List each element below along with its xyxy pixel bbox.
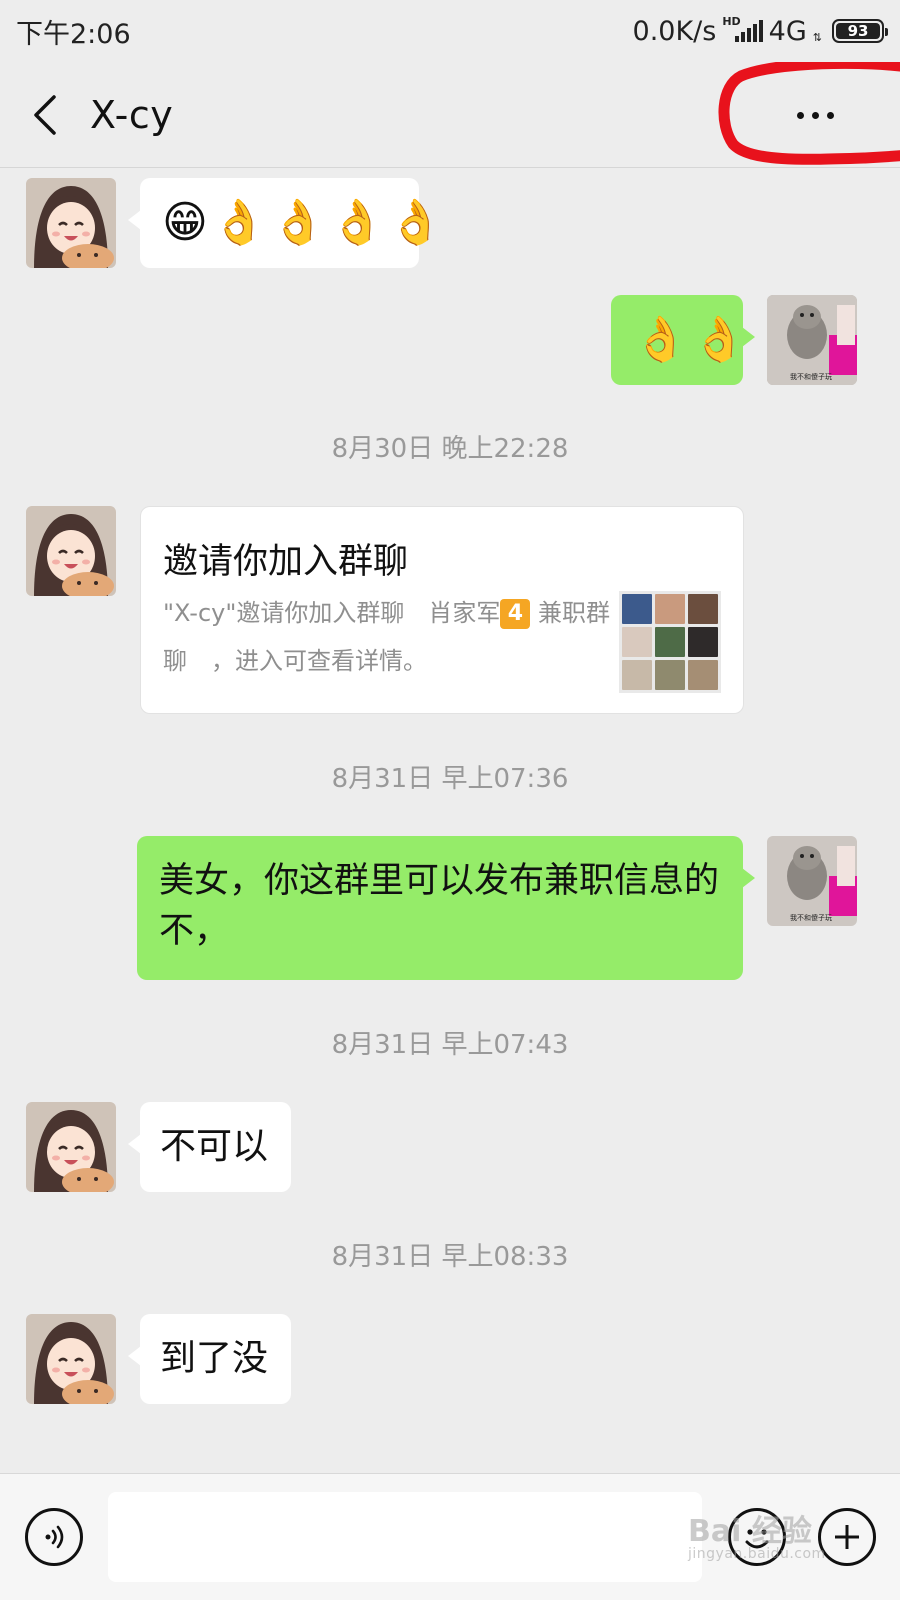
voice-wave-icon — [45, 1525, 64, 1549]
message-timestamp: 8月31日 早上07:43 — [331, 1030, 569, 1060]
message-text: 到了没 — [160, 1338, 269, 1379]
self-avatar[interactable]: 我不和傻子玩 — [767, 836, 857, 926]
group-avatar-thumbnail — [619, 591, 721, 693]
battery-percent: 93 — [847, 22, 869, 40]
ok-hand-emoji-icon: 👌 — [211, 197, 267, 248]
baidu-watermark: Bai 经验 jingyan.baidu.com — [688, 1506, 826, 1562]
contact-avatar[interactable] — [26, 1314, 116, 1404]
emoji-row: 😁 👌 👌 👌 👌 — [140, 178, 443, 268]
ok-hand-emoji-icon: 👌 — [691, 314, 747, 365]
contact-avatar[interactable] — [26, 506, 116, 596]
message-text: 美女，你这群里可以发布兼职信息的不， — [159, 861, 720, 951]
emoji-row: 👌 👌 — [611, 295, 747, 385]
grin-emoji-icon: 😁 — [162, 197, 208, 248]
ok-hand-emoji-icon: 👌 — [388, 197, 444, 248]
invite-card-description: "X-cy"邀请你加入群聊 肖家军 4 兼职群聊 ，进入可查看详情。 — [163, 589, 613, 685]
message-text-input[interactable] — [108, 1492, 702, 1582]
svg-text:我不和傻子玩: 我不和傻子玩 — [790, 372, 832, 381]
status-bar: 下午2:06 0.0K/s HD 4G ⇅ 93 — [0, 0, 900, 62]
message-bubble-self[interactable]: 美女，你这群里可以发布兼职信息的不， — [137, 836, 755, 980]
network-speed: 0.0K/s — [632, 15, 717, 47]
red-circle-annotation — [718, 62, 900, 165]
contact-avatar[interactable] — [26, 1102, 116, 1192]
message-text: 不可以 — [160, 1126, 269, 1167]
message-timestamp: 8月31日 早上08:33 — [331, 1242, 569, 1272]
message-timestamp: 8月30日 晚上22:28 — [331, 434, 569, 464]
network-type: 4G — [768, 15, 807, 47]
ok-hand-emoji-icon: 👌 — [329, 197, 385, 248]
invite-desc-text: "X-cy"邀请你加入群聊 肖家军 — [163, 599, 501, 627]
watermark-text: Bai 经验 — [688, 1514, 812, 1549]
status-indicators: 0.0K/s HD 4G ⇅ 93 — [632, 14, 888, 47]
group-invite-card[interactable]: 邀请你加入群聊 "X-cy"邀请你加入群聊 肖家军 4 兼职群聊 ，进入可查看详情… — [140, 506, 744, 714]
watermark-url: jingyan.baidu.com — [688, 1546, 826, 1562]
hd-label: HD — [722, 14, 741, 28]
ok-hand-emoji-icon: 👌 — [633, 314, 688, 365]
battery-icon: 93 — [832, 19, 888, 43]
svg-text:我不和傻子玩: 我不和傻子玩 — [790, 913, 832, 922]
chat-header: X-cy — [0, 62, 900, 168]
message-bubble[interactable]: 到了没 — [128, 1314, 291, 1404]
chevron-left-icon — [34, 94, 56, 135]
message-bubble[interactable]: 不可以 — [128, 1102, 291, 1192]
plus-icon — [835, 1525, 859, 1549]
contact-avatar[interactable] — [26, 178, 116, 268]
keycap-four-icon: 4 — [500, 599, 531, 629]
voice-input-button[interactable] — [25, 1508, 83, 1566]
data-arrows-icon: ⇅ — [812, 30, 822, 44]
message-bubble[interactable]: 😁 👌 👌 👌 👌 — [128, 178, 443, 268]
message-timestamp: 8月31日 早上07:36 — [331, 764, 569, 794]
message-bubble-self[interactable]: 👌 👌 — [611, 295, 755, 385]
back-button[interactable] — [0, 62, 90, 168]
ok-hand-emoji-icon: 👌 — [270, 197, 326, 248]
more-actions-button[interactable] — [818, 1508, 876, 1566]
self-avatar[interactable]: 我不和傻子玩 — [767, 295, 857, 385]
status-time: 下午2:06 — [16, 18, 131, 50]
chat-title: X-cy — [90, 92, 174, 137]
invite-card-title: 邀请你加入群聊 — [163, 542, 409, 582]
